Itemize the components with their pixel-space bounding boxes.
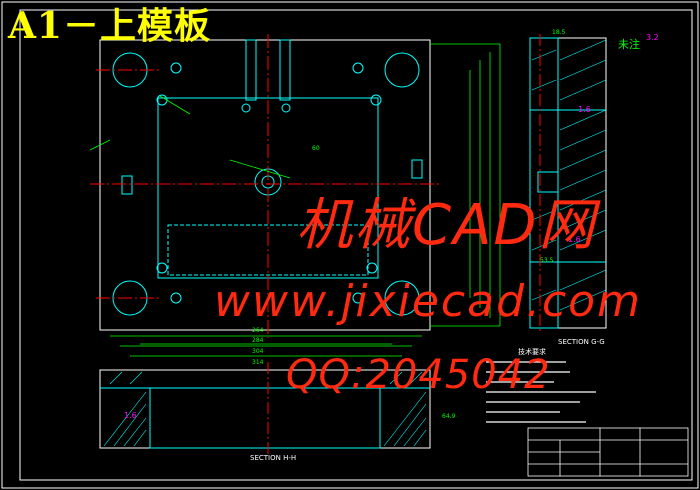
watermark-site-name: 机械CAD网 [296,193,597,258]
hatch-gg [531,39,607,311]
watermark-qq: QQ:2045042 [286,352,551,398]
roughness-note-value: 3.2 [646,33,659,42]
dim-d8: 60 [312,145,320,152]
drawing-title: A1－上模板 [8,5,211,47]
dim-d4: 264 [252,327,264,334]
dim-d5: 64.9 [442,413,456,420]
roughness-value-3: 1.6 [124,411,137,420]
dim-d2: 304 [252,348,264,355]
title-block [527,427,689,477]
dim-d3: 314 [252,359,264,366]
guide-hole-tr [384,52,420,88]
dim-d7: 18.5 [552,29,566,36]
section-gg-label: SECTION G-G [558,338,605,346]
watermark-url: www.jixiecad.com [214,276,642,327]
dim-d1: 284 [252,337,264,344]
note-label: 未注 [618,37,640,51]
roughness-value-1: 1.6 [578,105,591,114]
section-hh-label: SECTION H-H [250,454,296,462]
